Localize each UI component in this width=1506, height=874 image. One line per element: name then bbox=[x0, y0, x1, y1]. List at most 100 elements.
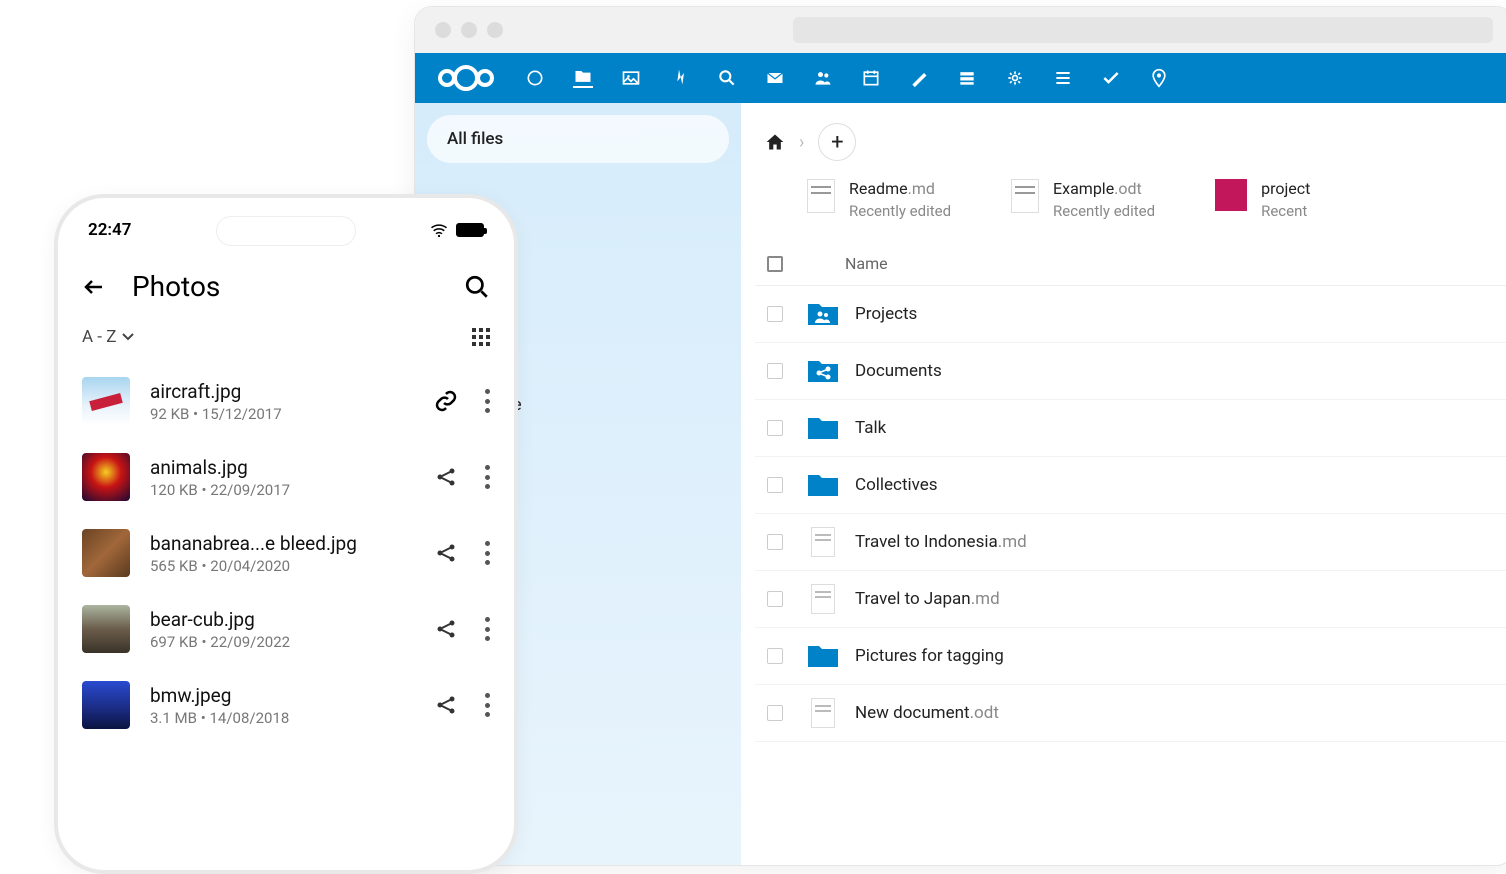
file-name: bananabrea...e bleed.jpg bbox=[150, 532, 414, 555]
file-meta: 92 KB • 15/12/2017 bbox=[150, 405, 414, 423]
folder-icon bbox=[807, 414, 839, 442]
file-thumbnail bbox=[82, 453, 130, 501]
add-button[interactable]: + bbox=[818, 123, 856, 161]
link-icon[interactable] bbox=[434, 389, 458, 413]
share-icon[interactable] bbox=[434, 693, 458, 717]
list-item[interactable]: bear-cub.jpg697 KB • 22/09/2022 bbox=[78, 591, 494, 667]
table-header: Name bbox=[755, 242, 1506, 286]
more-icon[interactable] bbox=[484, 617, 490, 641]
folder-icon bbox=[807, 471, 839, 499]
sort-bar: A - Z bbox=[58, 315, 514, 363]
list-item[interactable]: animals.jpg120 KB • 22/09/2017 bbox=[78, 439, 494, 515]
folder-icon bbox=[807, 300, 839, 328]
file-thumbnail bbox=[82, 377, 130, 425]
share-icon[interactable] bbox=[434, 541, 458, 565]
list-item[interactable]: aircraft.jpg 92 KB • 15/12/2017 bbox=[78, 363, 494, 439]
tasks-icon[interactable] bbox=[1101, 68, 1121, 88]
table-row[interactable]: Documents bbox=[755, 343, 1506, 400]
row-checkbox[interactable] bbox=[767, 363, 783, 379]
notes-icon[interactable] bbox=[909, 68, 929, 88]
recent-file-sub: Recent bbox=[1261, 202, 1310, 220]
row-name: Pictures for tagging bbox=[855, 646, 1004, 666]
file-thumbnail bbox=[82, 681, 130, 729]
list-item[interactable]: bmw.jpeg3.1 MB • 14/08/2018 bbox=[78, 667, 494, 743]
file-icon bbox=[807, 585, 839, 613]
row-name: New document.odt bbox=[855, 703, 999, 723]
row-checkbox[interactable] bbox=[767, 306, 783, 322]
row-checkbox[interactable] bbox=[767, 420, 783, 436]
row-name: Collectives bbox=[855, 475, 938, 495]
file-name: aircraft.jpg bbox=[150, 380, 414, 403]
nextcloud-logo[interactable] bbox=[435, 62, 497, 94]
row-checkbox[interactable] bbox=[767, 477, 783, 493]
wifi-icon bbox=[430, 223, 448, 237]
files-icon[interactable] bbox=[573, 68, 593, 88]
browser-chrome bbox=[415, 7, 1506, 53]
table-row[interactable]: Travel to Japan.md bbox=[755, 571, 1506, 628]
recent-file-name: Readme.md bbox=[849, 179, 951, 198]
battery-icon bbox=[456, 223, 484, 237]
list-icon[interactable] bbox=[1053, 68, 1073, 88]
recent-item[interactable]: project Recent bbox=[1215, 179, 1310, 220]
phone-frame: 22:47 Photos A - Z aircraft.jpg92 KB • 1… bbox=[54, 194, 518, 874]
file-thumb-icon bbox=[1011, 179, 1039, 213]
sidebar-item-all-files[interactable]: All files bbox=[427, 115, 729, 163]
table-row[interactable]: Projects bbox=[755, 286, 1506, 343]
search-icon[interactable] bbox=[717, 68, 737, 88]
row-checkbox[interactable] bbox=[767, 705, 783, 721]
file-thumb-icon bbox=[807, 179, 835, 213]
row-name: Projects bbox=[855, 304, 917, 324]
photos-icon[interactable] bbox=[621, 68, 641, 88]
recent-item[interactable]: Example.odtRecently edited bbox=[1011, 179, 1155, 220]
file-meta: 565 KB • 20/04/2020 bbox=[150, 557, 414, 575]
files-main: › + Readme.mdRecently editedExample.odtR… bbox=[741, 103, 1506, 865]
more-icon[interactable] bbox=[484, 465, 490, 489]
row-name: Documents bbox=[855, 361, 942, 381]
select-all-checkbox[interactable] bbox=[767, 256, 783, 272]
share-icon[interactable] bbox=[434, 465, 458, 489]
row-checkbox[interactable] bbox=[767, 534, 783, 550]
file-thumb-icon bbox=[1215, 179, 1247, 211]
file-icon bbox=[807, 528, 839, 556]
share-icon[interactable] bbox=[434, 617, 458, 641]
calendar-icon[interactable] bbox=[861, 68, 881, 88]
back-icon[interactable] bbox=[82, 275, 106, 299]
table-row[interactable]: Pictures for tagging bbox=[755, 628, 1506, 685]
row-checkbox[interactable] bbox=[767, 648, 783, 664]
apps-icon[interactable] bbox=[1005, 68, 1025, 88]
url-bar[interactable] bbox=[793, 17, 1493, 43]
file-name: bmw.jpeg bbox=[150, 684, 414, 707]
more-icon[interactable] bbox=[484, 389, 490, 413]
column-name[interactable]: Name bbox=[845, 254, 888, 273]
table-row[interactable]: New document.odt bbox=[755, 685, 1506, 742]
mail-icon[interactable] bbox=[765, 68, 785, 88]
table-row[interactable]: Collectives bbox=[755, 457, 1506, 514]
recent-item[interactable]: Readme.md Recently edited bbox=[807, 179, 951, 220]
contacts-icon[interactable] bbox=[813, 68, 833, 88]
more-icon[interactable] bbox=[484, 541, 490, 565]
list-item[interactable]: bananabrea...e bleed.jpg 565 KB • 20/04/2… bbox=[78, 515, 494, 591]
home-icon[interactable] bbox=[765, 132, 785, 152]
maps-icon[interactable] bbox=[1149, 68, 1169, 88]
recent-file-name: Example.odt bbox=[1053, 179, 1155, 198]
row-checkbox[interactable] bbox=[767, 591, 783, 607]
table-row[interactable]: Travel to Indonesia.md bbox=[755, 514, 1506, 571]
sort-dropdown[interactable]: A - Z bbox=[82, 327, 134, 347]
table-row[interactable]: Talk bbox=[755, 400, 1506, 457]
phone-notch bbox=[216, 216, 356, 246]
search-icon[interactable] bbox=[464, 274, 490, 300]
activity-icon[interactable] bbox=[669, 68, 689, 88]
recent-file-name: project bbox=[1261, 179, 1310, 198]
chevron-down-icon bbox=[122, 333, 134, 341]
folder-icon bbox=[807, 357, 839, 385]
grid-view-icon[interactable] bbox=[472, 328, 490, 346]
file-name: animals.jpg bbox=[150, 456, 414, 479]
window-dot bbox=[435, 22, 451, 38]
app-header: Photos bbox=[58, 250, 514, 315]
dashboard-icon[interactable] bbox=[525, 68, 545, 88]
more-icon[interactable] bbox=[484, 693, 490, 717]
file-thumbnail bbox=[82, 529, 130, 577]
file-icon bbox=[807, 699, 839, 727]
deck-icon[interactable] bbox=[957, 68, 977, 88]
recent-file-sub: Recently edited bbox=[849, 202, 951, 220]
